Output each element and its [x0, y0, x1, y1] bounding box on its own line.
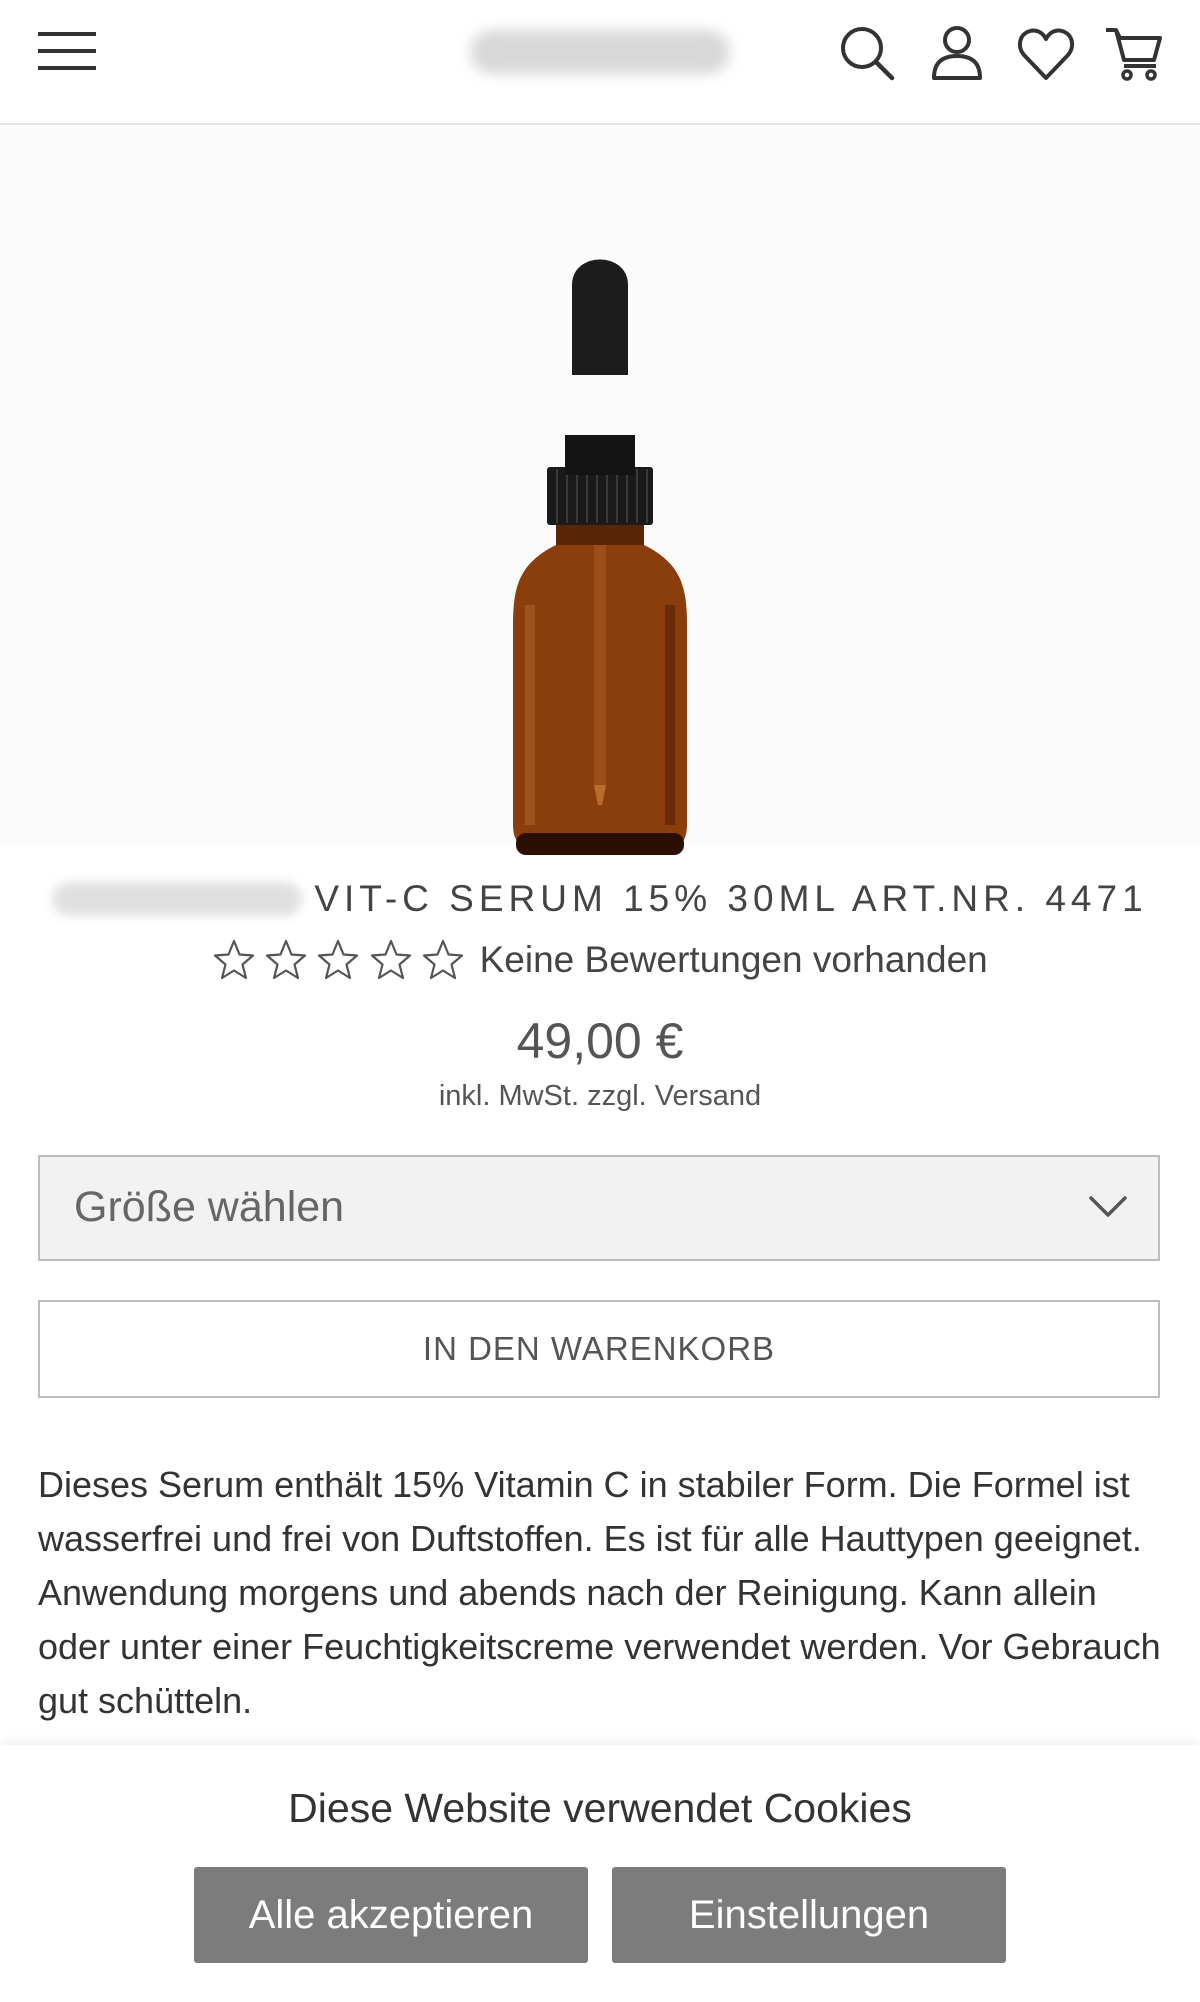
- cart-icon[interactable]: [1104, 24, 1164, 82]
- user-icon[interactable]: [928, 24, 986, 82]
- add-to-cart-button[interactable]: IN DEN WARENKORB: [38, 1300, 1160, 1398]
- star-icon: [266, 939, 307, 980]
- rating-stars[interactable]: [212, 938, 467, 982]
- rating-row[interactable]: Keine Bewertungen vorhanden: [0, 938, 1200, 992]
- star-icon: [422, 939, 463, 980]
- cookie-text: Diese Website verwendet Cookies: [288, 1785, 912, 1831]
- search-icon[interactable]: [838, 24, 896, 82]
- chevron-down-icon: [1089, 1196, 1127, 1217]
- rating-text[interactable]: Keine Bewertungen vorhanden: [480, 939, 988, 981]
- product-price: 49,00 €: [516, 1013, 684, 1069]
- star-icon: [214, 939, 255, 980]
- star-icon: [370, 939, 411, 980]
- size-select-label: Größe wählen: [74, 1183, 345, 1231]
- product-title: VIT-C SERUM 15% 30ML ART.NR. 4471: [314, 878, 1148, 919]
- menu-icon[interactable]: [38, 30, 96, 72]
- heart-icon[interactable]: [1016, 26, 1076, 82]
- star-icon: [318, 939, 359, 980]
- tax-note: inkl. MwSt. zzgl. Versand: [438, 1080, 762, 1112]
- product-image-area[interactable]: [0, 125, 1200, 855]
- size-select[interactable]: Größe wählen: [38, 1155, 1160, 1261]
- site-header: [0, 0, 1200, 125]
- product-description: Dieses Serum enthält 15% Vitamin C in st…: [38, 1464, 1161, 1721]
- cookie-settings-button[interactable]: Einstellungen: [612, 1867, 1006, 1963]
- logo[interactable]: [470, 30, 730, 74]
- product-image: [513, 259, 687, 855]
- accept-all-button[interactable]: Alle akzeptieren: [194, 1867, 588, 1963]
- product-title-row: VIT-C SERUM 15% 30ML ART.NR. 4471: [0, 878, 1200, 926]
- brand-name: [52, 882, 303, 916]
- cookie-banner: Diese Website verwendet Cookies Alle akz…: [0, 1745, 1200, 2002]
